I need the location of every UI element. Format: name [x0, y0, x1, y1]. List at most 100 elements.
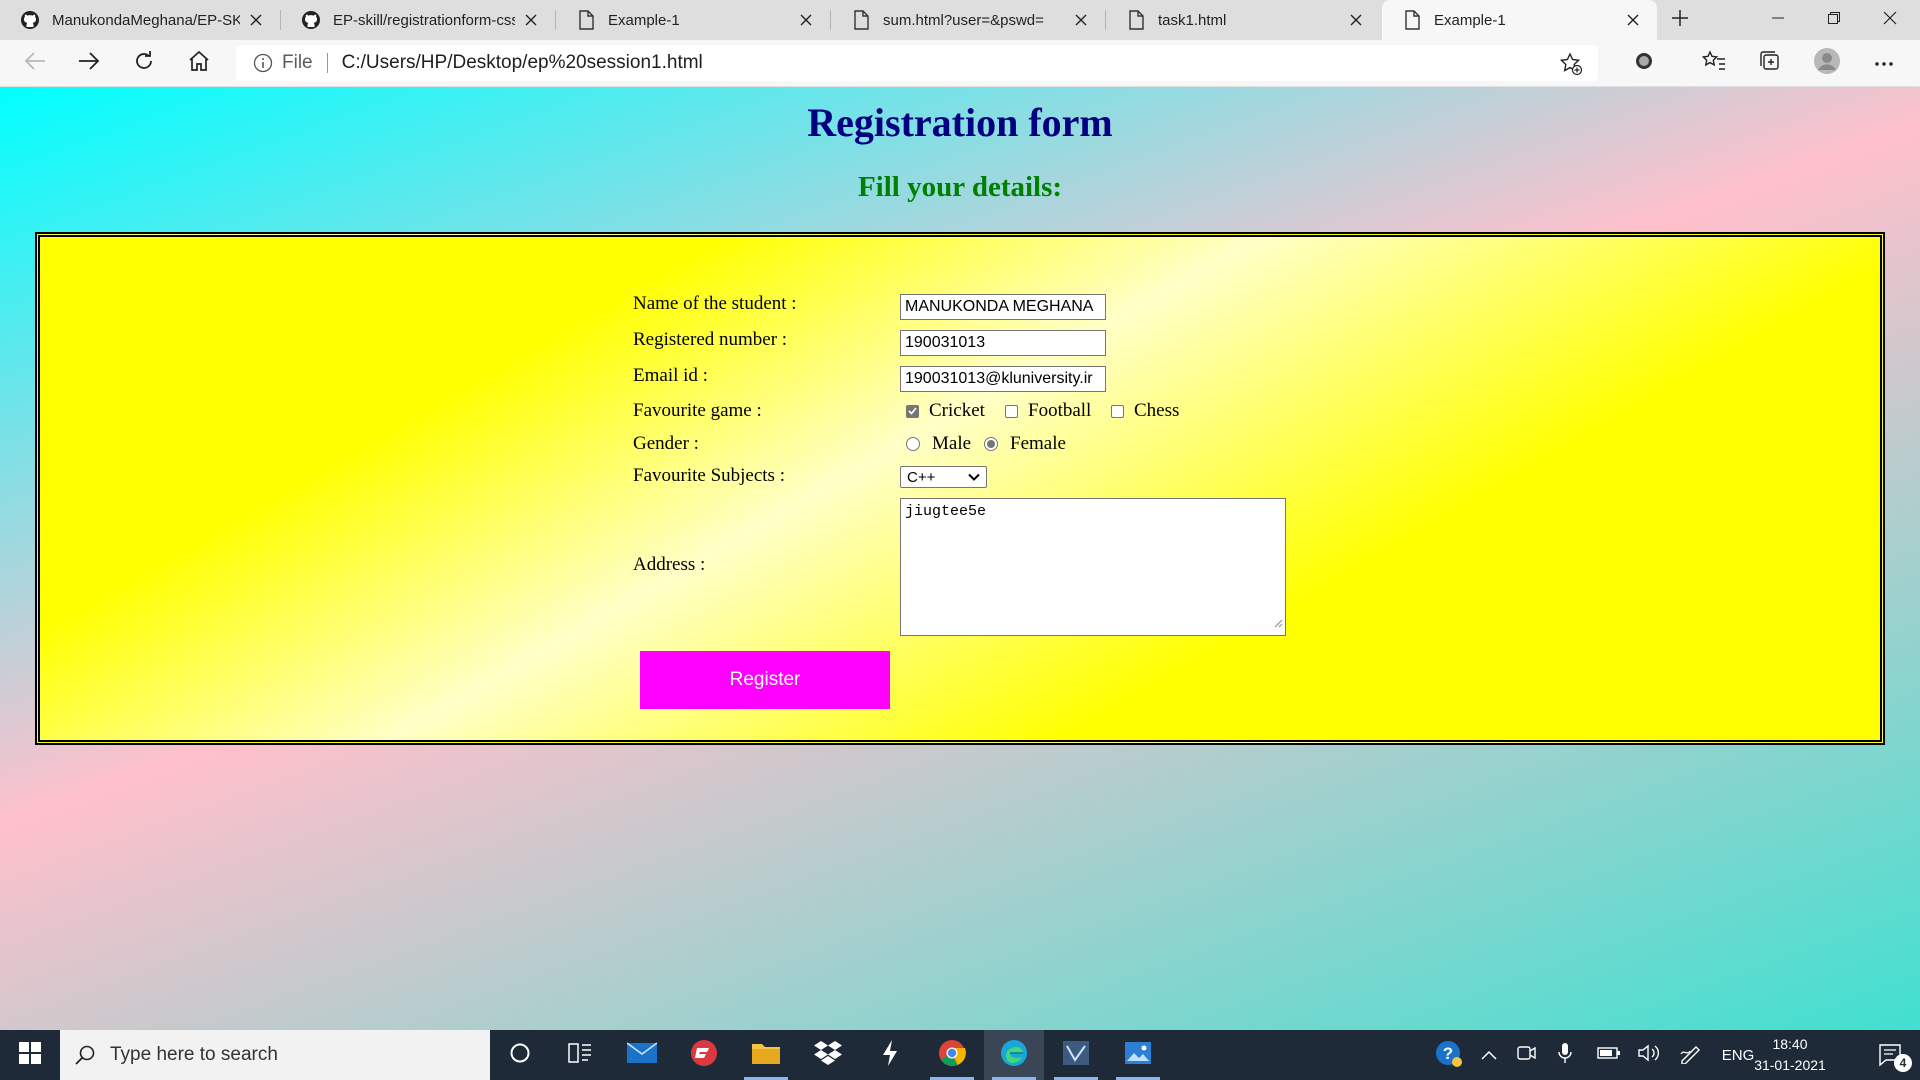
home-icon — [188, 50, 210, 77]
taskbar-search-box[interactable]: Type here to search — [60, 1030, 490, 1080]
collections-button[interactable] — [1751, 45, 1789, 81]
windows-taskbar: Type here to search ? ENG 18:40 31-01-20… — [0, 1030, 1920, 1080]
forward-button[interactable] — [70, 45, 108, 81]
settings-more-button[interactable] — [1865, 45, 1903, 81]
checkbox-unchecked[interactable] — [1005, 404, 1018, 418]
tab-label: sum.html?user=&pswd= — [883, 11, 1044, 29]
tab-example-1[interactable]: Example-1 — [556, 0, 830, 40]
task-view-button[interactable] — [550, 1030, 610, 1080]
bolt-app[interactable] — [860, 1030, 920, 1080]
subjects-select[interactable]: C++ — [900, 466, 987, 488]
close-tab-icon[interactable] — [1346, 10, 1366, 30]
close-tab-icon[interactable] — [246, 10, 266, 30]
gender-option-male[interactable]: Male — [906, 433, 971, 455]
page-icon — [851, 10, 871, 30]
register-button[interactable]: Register — [640, 651, 890, 709]
forward-arrow-icon — [78, 51, 100, 76]
page-icon — [576, 10, 596, 30]
mail-app[interactable] — [612, 1030, 672, 1080]
close-window-button[interactable] — [1862, 0, 1918, 40]
new-tab-button[interactable] — [1662, 0, 1698, 40]
address-divider — [326, 53, 328, 73]
close-tab-icon[interactable] — [521, 10, 541, 30]
radio-selected[interactable] — [984, 437, 998, 451]
address-bar[interactable]: File C:/Users/HP/Desktop/ep%20session1.h… — [236, 45, 1598, 81]
extension-button[interactable] — [1625, 45, 1663, 81]
battery-tray[interactable] — [1592, 1030, 1626, 1080]
game-option-label: Chess — [1134, 400, 1180, 421]
close-tab-icon[interactable] — [1071, 10, 1091, 30]
game-option-chess[interactable]: Chess — [1111, 400, 1179, 422]
tab-label: task1.html — [1158, 11, 1227, 29]
regno-label: Registered number : — [633, 329, 788, 350]
game-option-cricket[interactable]: Cricket — [906, 400, 985, 422]
tab-task1-html[interactable]: task1.html — [1106, 0, 1380, 40]
tab-label: ManukondaMeghana/EP-SKI — [52, 11, 240, 29]
resize-grip-icon[interactable] — [1273, 616, 1283, 633]
restore-button[interactable] — [1806, 0, 1862, 40]
github-icon — [20, 10, 40, 30]
tab-github-registrationform[interactable]: EP-skill/registrationform-css. — [281, 0, 555, 40]
game-option-football[interactable]: Football — [1005, 400, 1091, 422]
volume-tray[interactable] — [1632, 1030, 1666, 1080]
browser-tab-strip: ManukondaMeghana/EP-SKI EP-skill/registr… — [0, 0, 1920, 40]
page-title: Registration form — [807, 100, 1113, 145]
pen-workspace-tray[interactable] — [1674, 1030, 1708, 1080]
minimize-button[interactable] — [1750, 0, 1806, 40]
more-dots-icon — [1874, 54, 1894, 72]
checkbox-checked[interactable] — [906, 404, 919, 418]
start-button[interactable] — [0, 1030, 60, 1080]
search-placeholder: Type here to search — [110, 1044, 278, 1065]
task-view-icon — [568, 1042, 592, 1069]
help-tray-button[interactable]: ? — [1428, 1030, 1468, 1080]
profile-button[interactable] — [1808, 45, 1846, 81]
gender-option-female[interactable]: Female — [984, 433, 1066, 455]
browser-toolbar: File C:/Users/HP/Desktop/ep%20session1.h… — [0, 40, 1920, 87]
clock-date: 31-01-2021 — [1754, 1057, 1826, 1073]
back-button[interactable] — [16, 45, 54, 81]
code-editor-app[interactable] — [1046, 1030, 1106, 1080]
photos-icon — [1124, 1041, 1152, 1070]
favorites-list-icon — [1701, 49, 1726, 77]
close-tab-icon[interactable] — [1623, 10, 1643, 30]
close-tab-icon[interactable] — [796, 10, 816, 30]
tab-sum-html[interactable]: sum.html?user=&pswd= — [831, 0, 1105, 40]
chrome-app[interactable] — [922, 1030, 982, 1080]
dropbox-app[interactable] — [798, 1030, 858, 1080]
file-explorer-app[interactable] — [736, 1030, 796, 1080]
info-icon[interactable] — [252, 52, 274, 74]
refresh-button[interactable] — [125, 45, 163, 81]
microphone-tray[interactable] — [1552, 1030, 1578, 1080]
game-option-label: Cricket — [929, 400, 985, 421]
notification-center-button[interactable]: 4 — [1862, 1030, 1920, 1080]
dropbox-icon — [813, 1040, 843, 1071]
home-button[interactable] — [180, 45, 218, 81]
email-label: Email id : — [633, 365, 708, 386]
add-favorite-star-icon[interactable] — [1558, 51, 1584, 77]
show-hidden-icons-button[interactable] — [1474, 1030, 1504, 1080]
email-input[interactable]: 190031013@kluniversity.ir — [900, 366, 1106, 392]
radio-unselected[interactable] — [906, 437, 920, 451]
photos-app[interactable] — [1108, 1030, 1168, 1080]
express-vpn-icon — [690, 1039, 718, 1072]
checkbox-unchecked[interactable] — [1111, 404, 1124, 418]
address-textarea[interactable]: jiugtee5e — [900, 498, 1286, 636]
avatar-icon — [1813, 47, 1841, 80]
name-label: Name of the student : — [633, 293, 797, 314]
name-input[interactable]: MANUKONDA MEGHANA — [900, 294, 1106, 320]
regno-input[interactable]: 190031013 — [900, 330, 1106, 356]
taskbar-clock[interactable]: 18:40 31-01-2021 — [1752, 1030, 1828, 1080]
svg-text:?: ? — [1443, 1044, 1453, 1063]
cortana-button[interactable] — [490, 1030, 550, 1080]
edge-app[interactable] — [984, 1030, 1044, 1080]
game-option-label: Football — [1028, 400, 1092, 421]
meet-now-tray[interactable] — [1512, 1030, 1542, 1080]
camera-icon — [1517, 1044, 1537, 1066]
tab-github-ep-ski[interactable]: ManukondaMeghana/EP-SKI — [0, 0, 280, 40]
url-text[interactable]: C:/Users/HP/Desktop/ep%20session1.html — [342, 52, 703, 74]
tab-example-1-active[interactable]: Example-1 — [1382, 0, 1657, 40]
express-vpn-app[interactable] — [674, 1030, 734, 1080]
gender-option-label: Female — [1010, 433, 1066, 454]
favorites-button[interactable] — [1695, 45, 1733, 81]
chevron-up-icon — [1481, 1047, 1497, 1064]
